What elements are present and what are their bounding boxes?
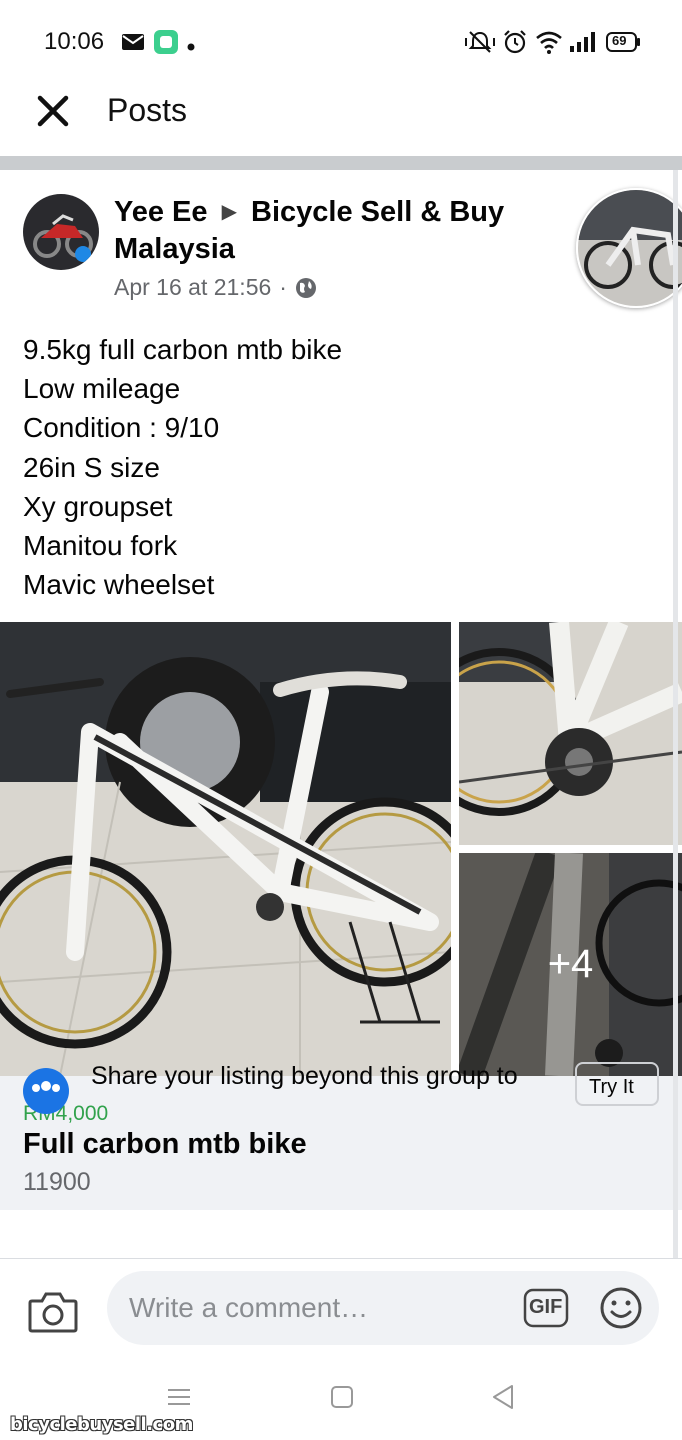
- recent-apps-button[interactable]: [166, 1384, 192, 1415]
- camera-button[interactable]: [28, 1289, 78, 1335]
- gif-label: GIF: [529, 1296, 563, 1318]
- home-button[interactable]: [330, 1384, 354, 1415]
- gif-button[interactable]: GIF: [523, 1288, 569, 1328]
- page-title: Posts: [107, 92, 188, 128]
- recent-apps-icon: [168, 1389, 190, 1405]
- status-time: 10:06: [44, 28, 105, 55]
- status-bar: 10:06 69: [0, 0, 682, 84]
- camera-icon: [28, 1292, 78, 1333]
- mail-icon: [122, 34, 144, 55]
- post-card: Yee Ee ▶ Bicycle Sell & Buy Malaysia Apr…: [0, 170, 682, 1260]
- home-icon: [331, 1386, 353, 1408]
- wifi-icon: [535, 30, 563, 59]
- header-divider: [0, 156, 682, 170]
- comment-bar: GIF: [0, 1258, 682, 1360]
- battery-level: 69: [612, 33, 627, 48]
- emoji-icon: [600, 1287, 642, 1329]
- signal-icon: [570, 32, 596, 57]
- watermark: bicyclebuysell.com: [10, 1414, 193, 1435]
- close-icon: [37, 95, 69, 127]
- alarm-icon: [503, 30, 527, 59]
- app-header: Posts: [0, 84, 682, 156]
- comment-input[interactable]: [107, 1271, 659, 1345]
- scrollbar[interactable]: [673, 170, 678, 1260]
- back-button[interactable]: [490, 1384, 516, 1415]
- battery-icon: 69: [606, 32, 640, 57]
- dot-icon: [187, 38, 195, 56]
- close-button[interactable]: [32, 90, 74, 132]
- try-it-button[interactable]: Try It: [575, 1062, 659, 1106]
- emoji-button[interactable]: [599, 1286, 643, 1330]
- share-group-icon: [23, 1068, 69, 1114]
- back-icon: [493, 1385, 513, 1409]
- share-prompt-text: Share your listing beyond this group to: [91, 1062, 518, 1090]
- share-prompt: Share your listing beyond this group to …: [0, 170, 682, 1260]
- app-notification-icon: [154, 30, 178, 59]
- vibrate-mute-icon: [464, 30, 496, 59]
